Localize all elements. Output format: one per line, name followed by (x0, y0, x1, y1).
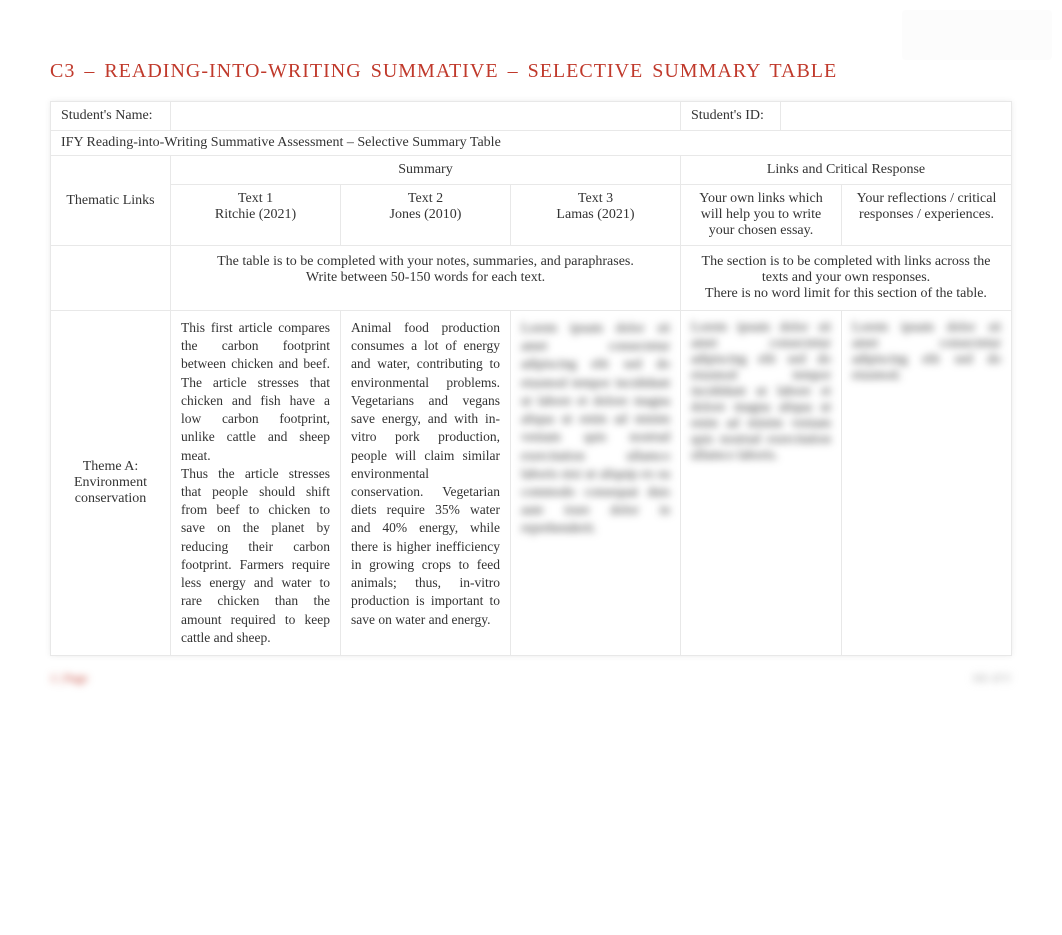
blurred-content: Lorem ipsum dolor sit amet consectetur a… (691, 319, 831, 463)
theme-a-label: Theme A: Environment conservation (51, 311, 171, 656)
reflections-subheader: Your reflections / critical responses / … (842, 185, 1012, 246)
theme-a-text2: Animal food production consumes a lot of… (341, 311, 511, 656)
theme-a-links: Lorem ipsum dolor sit amet consectetur a… (681, 311, 842, 656)
text1-header: Text 1 Ritchie (2021) (171, 185, 341, 246)
text3-author: Lamas (2021) (517, 207, 674, 223)
theme-a-text1: This first article compares the carbon f… (171, 311, 341, 656)
theme-a-reflections: Lorem ipsum dolor sit amet consectetur a… (842, 311, 1012, 656)
footer-page-number: 1 | Page (50, 671, 88, 686)
text3-header: Text 3 Lamas (2021) (511, 185, 681, 246)
student-id-field[interactable] (781, 102, 1012, 131)
assessment-line: IFY Reading-into-Writing Summative Asses… (51, 131, 1012, 156)
student-name-label: Student's Name: (51, 102, 171, 131)
blurred-content: Lorem ipsum dolor sit amet consectetur a… (852, 319, 1001, 383)
text2-header: Text 2 Jones (2010) (341, 185, 511, 246)
own-links-subheader: Your own links which will help you to wr… (681, 185, 842, 246)
logo-watermark (902, 10, 1052, 60)
text3-label: Text 3 (517, 191, 674, 207)
text1-label: Text 1 (177, 191, 334, 207)
links-instruction: The section is to be completed with link… (681, 246, 1012, 311)
text1-author: Ritchie (2021) (177, 207, 334, 223)
theme-a-text3: Lorem ipsum dolor sit amet consectetur a… (511, 311, 681, 656)
page-title: C3 – READING-INTO-WRITING SUMMATIVE – SE… (50, 60, 1012, 83)
empty-instruction-left (51, 246, 171, 311)
thematic-links-header: Thematic Links (51, 156, 171, 246)
summary-header: Summary (171, 156, 681, 185)
text2-label: Text 2 (347, 191, 504, 207)
links-critical-header: Links and Critical Response (681, 156, 1012, 185)
summary-table: Student's Name: Student's ID: IFY Readin… (50, 101, 1012, 656)
footer-right: HE-IFY (973, 671, 1012, 686)
text2-author: Jones (2010) (347, 207, 504, 223)
page-footer: 1 | Page HE-IFY (50, 671, 1012, 686)
student-name-field[interactable] (171, 102, 681, 131)
student-id-label: Student's ID: (681, 102, 781, 131)
blurred-content: Lorem ipsum dolor sit amet consectetur a… (521, 319, 670, 538)
summary-instruction: The table is to be completed with your n… (171, 246, 681, 311)
